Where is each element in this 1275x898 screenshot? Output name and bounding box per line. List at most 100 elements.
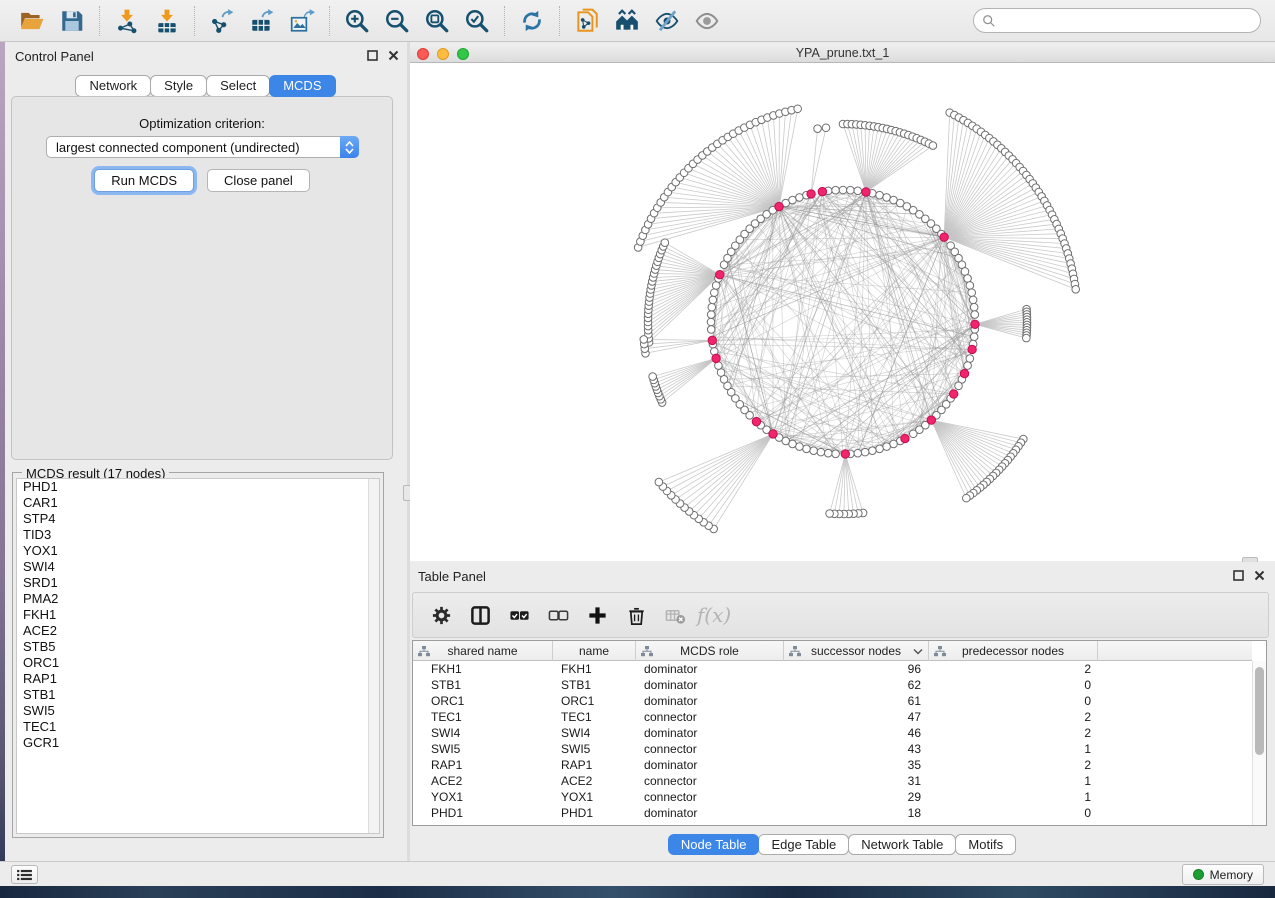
optimization-criterion-dropdown[interactable]: largest connected component (undirected) [46, 136, 359, 158]
tab-mcds[interactable]: MCDS [269, 75, 335, 97]
zoom-fit-icon[interactable] [422, 6, 452, 36]
zoom-out-icon[interactable] [382, 6, 412, 36]
result-node-item[interactable]: STP4 [17, 511, 379, 527]
result-node-item[interactable]: GCR1 [17, 735, 379, 751]
run-mcds-button[interactable]: Run MCDS [94, 169, 194, 192]
gear-icon[interactable] [429, 603, 453, 627]
zoom-selected-icon[interactable] [462, 6, 492, 36]
float-panel-icon[interactable] [367, 50, 378, 61]
table-row[interactable]: FKH1FKH1dominator962 [413, 661, 1252, 677]
tab-motifs[interactable]: Motifs [955, 834, 1016, 855]
close-panel-button[interactable]: Close panel [207, 169, 310, 192]
export-network-icon[interactable] [207, 6, 237, 36]
deselect-all-icon[interactable] [546, 603, 570, 627]
result-node-item[interactable]: ACE2 [17, 623, 379, 639]
network-canvas[interactable] [410, 63, 1275, 561]
table-scrollbar[interactable] [1252, 661, 1266, 825]
show-all-icon[interactable] [692, 6, 722, 36]
column-header-name[interactable]: name [553, 641, 636, 661]
table-row[interactable]: YOX1YOX1connector291 [413, 789, 1252, 805]
window-close-icon[interactable] [417, 48, 429, 60]
table-cell: dominator [636, 805, 784, 821]
network-window-titlebar[interactable]: YPA_prune.txt_1 [410, 44, 1275, 63]
hide-selected-icon[interactable] [652, 6, 682, 36]
table-cell: 96 [784, 661, 929, 677]
table-cell: PHD1 [413, 805, 553, 821]
status-bar: Memory [0, 861, 1275, 886]
result-list-scrollbar[interactable] [368, 479, 379, 833]
dropdown-stepper-icon [340, 136, 359, 158]
result-node-item[interactable]: TID3 [17, 527, 379, 543]
result-node-item[interactable]: RAP1 [17, 671, 379, 687]
table-cell: RAP1 [413, 757, 553, 773]
tab-network-table[interactable]: Network Table [848, 834, 956, 855]
mcds-result-group: MCDS result (17 nodes) PHD1CAR1STP4TID3Y… [12, 466, 384, 838]
table-row[interactable]: TEC1TEC1connector472 [413, 709, 1252, 725]
table-row[interactable]: ACE2ACE2connector311 [413, 773, 1252, 789]
tab-node-table[interactable]: Node Table [668, 834, 760, 855]
control-panel-header: Control Panel [5, 42, 407, 70]
tab-network[interactable]: Network [75, 75, 151, 97]
table-cell: STB1 [553, 677, 636, 693]
table-cell: dominator [636, 661, 784, 677]
column-header-successor-nodes[interactable]: successor nodes [784, 641, 929, 661]
import-network-icon[interactable] [112, 6, 142, 36]
import-table-icon[interactable] [152, 6, 182, 36]
save-icon[interactable] [57, 6, 87, 36]
result-node-item[interactable]: ORC1 [17, 655, 379, 671]
close-panel-icon[interactable] [1254, 570, 1265, 581]
table-row[interactable]: PHD1PHD1dominator180 [413, 805, 1252, 821]
result-node-item[interactable]: SWI5 [17, 703, 379, 719]
result-node-item[interactable]: SRD1 [17, 575, 379, 591]
table-cell: FKH1 [553, 661, 636, 677]
network-document-icon[interactable] [572, 6, 602, 36]
table-cell: 47 [784, 709, 929, 725]
result-node-item[interactable]: CAR1 [17, 495, 379, 511]
result-node-item[interactable]: YOX1 [17, 543, 379, 559]
add-column-icon[interactable] [585, 603, 609, 627]
refresh-layout-icon[interactable] [517, 6, 547, 36]
table-cell: 31 [784, 773, 929, 789]
table-row[interactable]: SWI4SWI4dominator462 [413, 725, 1252, 741]
function-builder-icon[interactable]: f(x) [702, 603, 726, 627]
zoom-in-icon[interactable] [342, 6, 372, 36]
table-row[interactable]: RAP1RAP1dominator352 [413, 757, 1252, 773]
export-image-icon[interactable] [287, 6, 317, 36]
close-panel-icon[interactable] [388, 50, 399, 61]
first-neighbors-icon[interactable] [612, 6, 642, 36]
task-history-button[interactable] [11, 865, 38, 884]
tab-style[interactable]: Style [150, 75, 207, 97]
table-cell: ACE2 [413, 773, 553, 789]
result-node-item[interactable]: SWI4 [17, 559, 379, 575]
result-node-item[interactable]: FKH1 [17, 607, 379, 623]
table-cell: SWI5 [413, 741, 553, 757]
table-cell: SWI4 [553, 725, 636, 741]
table-row[interactable]: STB1STB1dominator620 [413, 677, 1252, 693]
search-input[interactable] [996, 11, 1260, 31]
column-header-MCDS-role[interactable]: MCDS role [636, 641, 784, 661]
window-zoom-icon[interactable] [457, 48, 469, 60]
window-minimize-icon[interactable] [437, 48, 449, 60]
table-scrollbar-thumb[interactable] [1255, 667, 1264, 755]
result-node-item[interactable]: STB1 [17, 687, 379, 703]
column-header-predecessor-nodes[interactable]: predecessor nodes [929, 641, 1098, 661]
delete-table-icon[interactable] [663, 603, 687, 627]
float-panel-icon[interactable] [1233, 570, 1244, 581]
result-node-item[interactable]: STB5 [17, 639, 379, 655]
result-node-item[interactable]: PMA2 [17, 591, 379, 607]
column-header-shared-name[interactable]: shared name [413, 641, 553, 661]
open-folder-icon[interactable] [17, 6, 47, 36]
table-row[interactable]: SWI5SWI5connector431 [413, 741, 1252, 757]
result-node-item[interactable]: TEC1 [17, 719, 379, 735]
tab-edge-table[interactable]: Edge Table [758, 834, 849, 855]
tab-select[interactable]: Select [206, 75, 270, 97]
columns-icon[interactable] [468, 603, 492, 627]
select-all-icon[interactable] [507, 603, 531, 627]
result-node-item[interactable]: PHD1 [17, 479, 379, 495]
table-cell: 2 [929, 757, 1098, 773]
table-cell: dominator [636, 693, 784, 709]
export-table-icon[interactable] [247, 6, 277, 36]
delete-column-icon[interactable] [624, 603, 648, 627]
table-row[interactable]: ORC1ORC1dominator610 [413, 693, 1252, 709]
memory-button[interactable]: Memory [1182, 864, 1264, 885]
